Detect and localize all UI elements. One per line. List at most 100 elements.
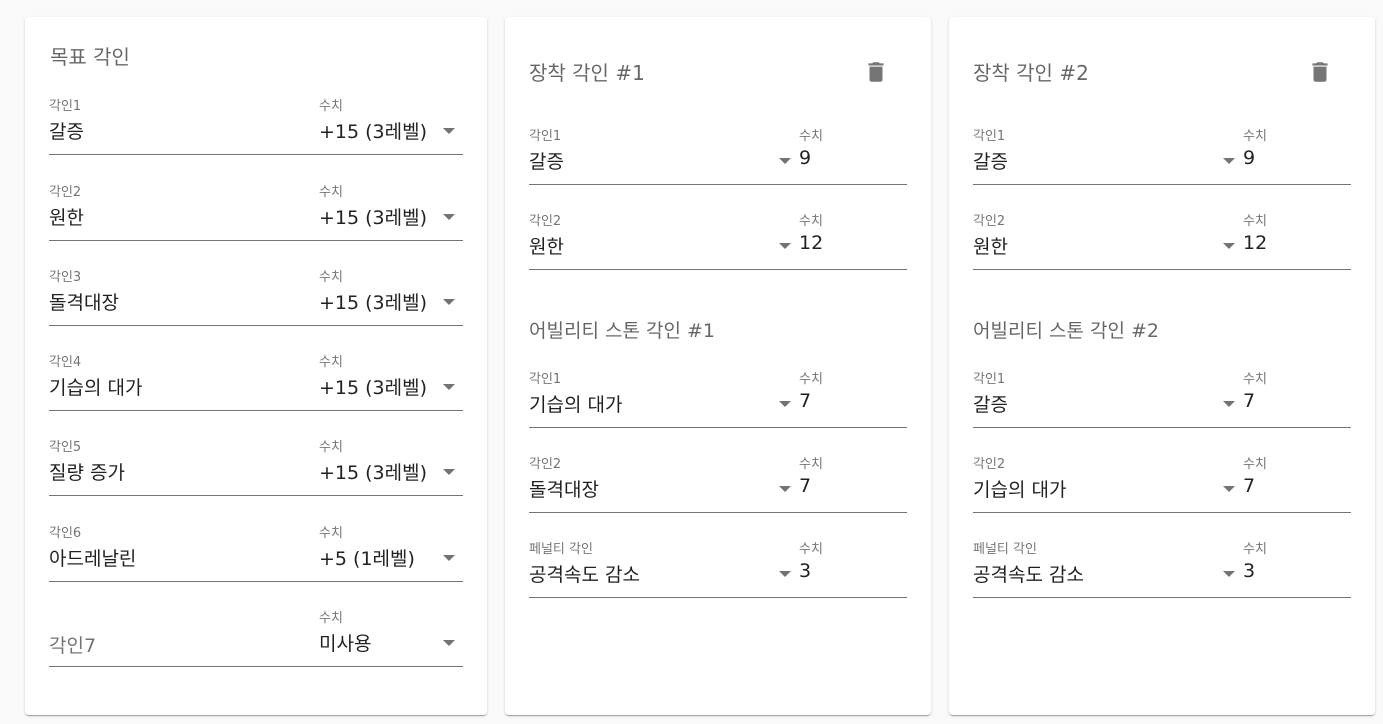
equip-engraving-card: 장착 각인 #1 각인1 갈증 수치 9 각인2 원한 수치 12 어빌리티 스… <box>505 17 931 715</box>
engraving-select[interactable]: 각인2 돌격대장 <box>529 453 799 513</box>
field-value: +15 (3레벨) <box>319 462 428 484</box>
level-select[interactable]: 수치 +15 (3레벨) <box>309 181 463 241</box>
field-value: +15 (3레벨) <box>319 207 428 229</box>
field-label: 각인1 <box>529 372 562 387</box>
field-label: 각인2 <box>973 457 1006 472</box>
arrow-drop-down-icon[interactable] <box>779 243 791 249</box>
arrow-drop-down-icon[interactable] <box>779 571 791 577</box>
field-value: 7 <box>1243 390 1256 412</box>
field-label: 각인2 <box>49 185 82 200</box>
field-label: 수치 <box>799 457 823 472</box>
engraving-select[interactable]: 각인2 원한 <box>973 210 1243 270</box>
penalty-engraving-select[interactable]: 페널티 각인 공격속도 감소 <box>973 538 1243 598</box>
field-label: 수치 <box>799 129 823 144</box>
engraving-select[interactable]: 각인1 갈증 <box>973 125 1243 185</box>
level-select[interactable]: 수치 +5 (1레벨) <box>309 522 463 582</box>
arrow-drop-down-icon[interactable] <box>443 384 455 390</box>
engraving-select[interactable]: 각인1 갈증 <box>529 125 799 185</box>
level-select[interactable]: 수치 미사용 <box>309 607 463 667</box>
engraving-select[interactable]: 각인3 돌격대장 <box>49 266 309 326</box>
value-input[interactable]: 수치 9 <box>1243 125 1351 185</box>
field-value: 미사용 <box>319 633 372 655</box>
field-label: 수치 <box>1243 214 1267 229</box>
engraving-select[interactable]: 각인1 갈증 <box>973 368 1243 428</box>
value-input[interactable]: 수치 7 <box>1243 453 1351 513</box>
field-label: 각인2 <box>529 214 562 229</box>
field-value: +5 (1레벨) <box>319 548 415 570</box>
field-label: 페널티 각인 <box>973 542 1037 557</box>
arrow-drop-down-icon[interactable] <box>1223 571 1235 577</box>
field-label: 수치 <box>1243 372 1267 387</box>
field-label: 수치 <box>319 355 343 370</box>
engraving-select[interactable]: 각인2 기습의 대가 <box>973 453 1243 513</box>
engraving-select[interactable]: 각인2 원한 <box>49 181 309 241</box>
field-label: 수치 <box>319 440 343 455</box>
arrow-drop-down-icon[interactable] <box>443 469 455 475</box>
arrow-drop-down-icon[interactable] <box>779 401 791 407</box>
arrow-drop-down-icon[interactable] <box>779 158 791 164</box>
value-input[interactable]: 수치 9 <box>799 125 907 185</box>
arrow-drop-down-icon[interactable] <box>443 299 455 305</box>
field-label: 수치 <box>799 372 823 387</box>
field-value: 갈증 <box>529 151 564 173</box>
field-label: 수치 <box>1243 129 1267 144</box>
field-label: 각인2 <box>973 214 1006 229</box>
value-input[interactable]: 수치 12 <box>1243 210 1351 270</box>
engraving-select[interactable]: 각인1 기습의 대가 <box>529 368 799 428</box>
field-label: 각인1 <box>49 99 82 114</box>
field-value: 돌격대장 <box>49 292 119 314</box>
level-select[interactable]: 수치 +15 (3레벨) <box>309 436 463 496</box>
arrow-drop-down-icon[interactable] <box>443 214 455 220</box>
field-value: 7 <box>1243 475 1256 497</box>
engraving-select[interactable]: 각인4 기습의 대가 <box>49 351 309 411</box>
value-input[interactable]: 수치 7 <box>799 368 907 428</box>
arrow-drop-down-icon[interactable] <box>1223 401 1235 407</box>
field-value: 7 <box>799 475 812 497</box>
value-input[interactable]: 수치 3 <box>799 538 907 598</box>
field-label: 수치 <box>1243 542 1267 557</box>
field-value: 3 <box>1243 560 1256 582</box>
field-label: 수치 <box>1243 457 1267 472</box>
arrow-drop-down-icon[interactable] <box>1223 243 1235 249</box>
engraving-select[interactable]: 각인6 아드레날린 <box>49 522 309 582</box>
level-select[interactable]: 수치 +15 (3레벨) <box>309 351 463 411</box>
level-select[interactable]: 수치 +15 (3레벨) <box>309 266 463 326</box>
trash-icon[interactable] <box>863 57 889 87</box>
field-label: 수치 <box>799 542 823 557</box>
arrow-drop-down-icon[interactable] <box>1223 486 1235 492</box>
value-input[interactable]: 수치 3 <box>1243 538 1351 598</box>
value-input[interactable]: 수치 7 <box>799 453 907 513</box>
engraving-select[interactable]: 각인1 갈증 <box>49 95 309 155</box>
level-select[interactable]: 수치 +15 (3레벨) <box>309 95 463 155</box>
field-label: 각인4 <box>49 355 82 370</box>
field-value: 기습의 대가 <box>973 479 1067 501</box>
engraving-select[interactable]: 각인5 질량 증가 <box>49 436 309 496</box>
engraving-select[interactable]: 각인7 <box>49 607 309 667</box>
field-value: 갈증 <box>973 394 1008 416</box>
field-value: 아드레날린 <box>49 548 137 570</box>
penalty-engraving-select[interactable]: 페널티 각인 공격속도 감소 <box>529 538 799 598</box>
value-input[interactable]: 수치 12 <box>799 210 907 270</box>
equip-engraving-card: 장착 각인 #2 각인1 갈증 수치 9 각인2 원한 수치 12 어빌리티 스… <box>949 17 1375 715</box>
field-label: 수치 <box>319 270 343 285</box>
field-label: 페널티 각인 <box>529 542 593 557</box>
arrow-drop-down-icon[interactable] <box>779 486 791 492</box>
field-label: 각인3 <box>49 270 82 285</box>
arrow-drop-down-icon[interactable] <box>1223 158 1235 164</box>
card-title: 장착 각인 #1 <box>529 61 645 85</box>
arrow-drop-down-icon[interactable] <box>443 128 455 134</box>
arrow-drop-down-icon[interactable] <box>443 555 455 561</box>
value-input[interactable]: 수치 7 <box>1243 368 1351 428</box>
field-value: 갈증 <box>49 121 84 143</box>
field-value: 기습의 대가 <box>49 377 143 399</box>
field-value: +15 (3레벨) <box>319 292 428 314</box>
engraving-select[interactable]: 각인2 원한 <box>529 210 799 270</box>
field-value: 원한 <box>49 207 84 229</box>
field-value: 공격속도 감소 <box>529 564 640 586</box>
field-label: 각인5 <box>49 440 82 455</box>
field-value: 9 <box>1243 147 1256 169</box>
arrow-drop-down-icon[interactable] <box>443 640 455 646</box>
field-value: 돌격대장 <box>529 479 599 501</box>
trash-icon[interactable] <box>1307 57 1333 87</box>
target-engraving-card: 목표 각인 각인1 갈증 수치 +15 (3레벨) 각인2 원한 수치 +15 … <box>25 17 487 715</box>
